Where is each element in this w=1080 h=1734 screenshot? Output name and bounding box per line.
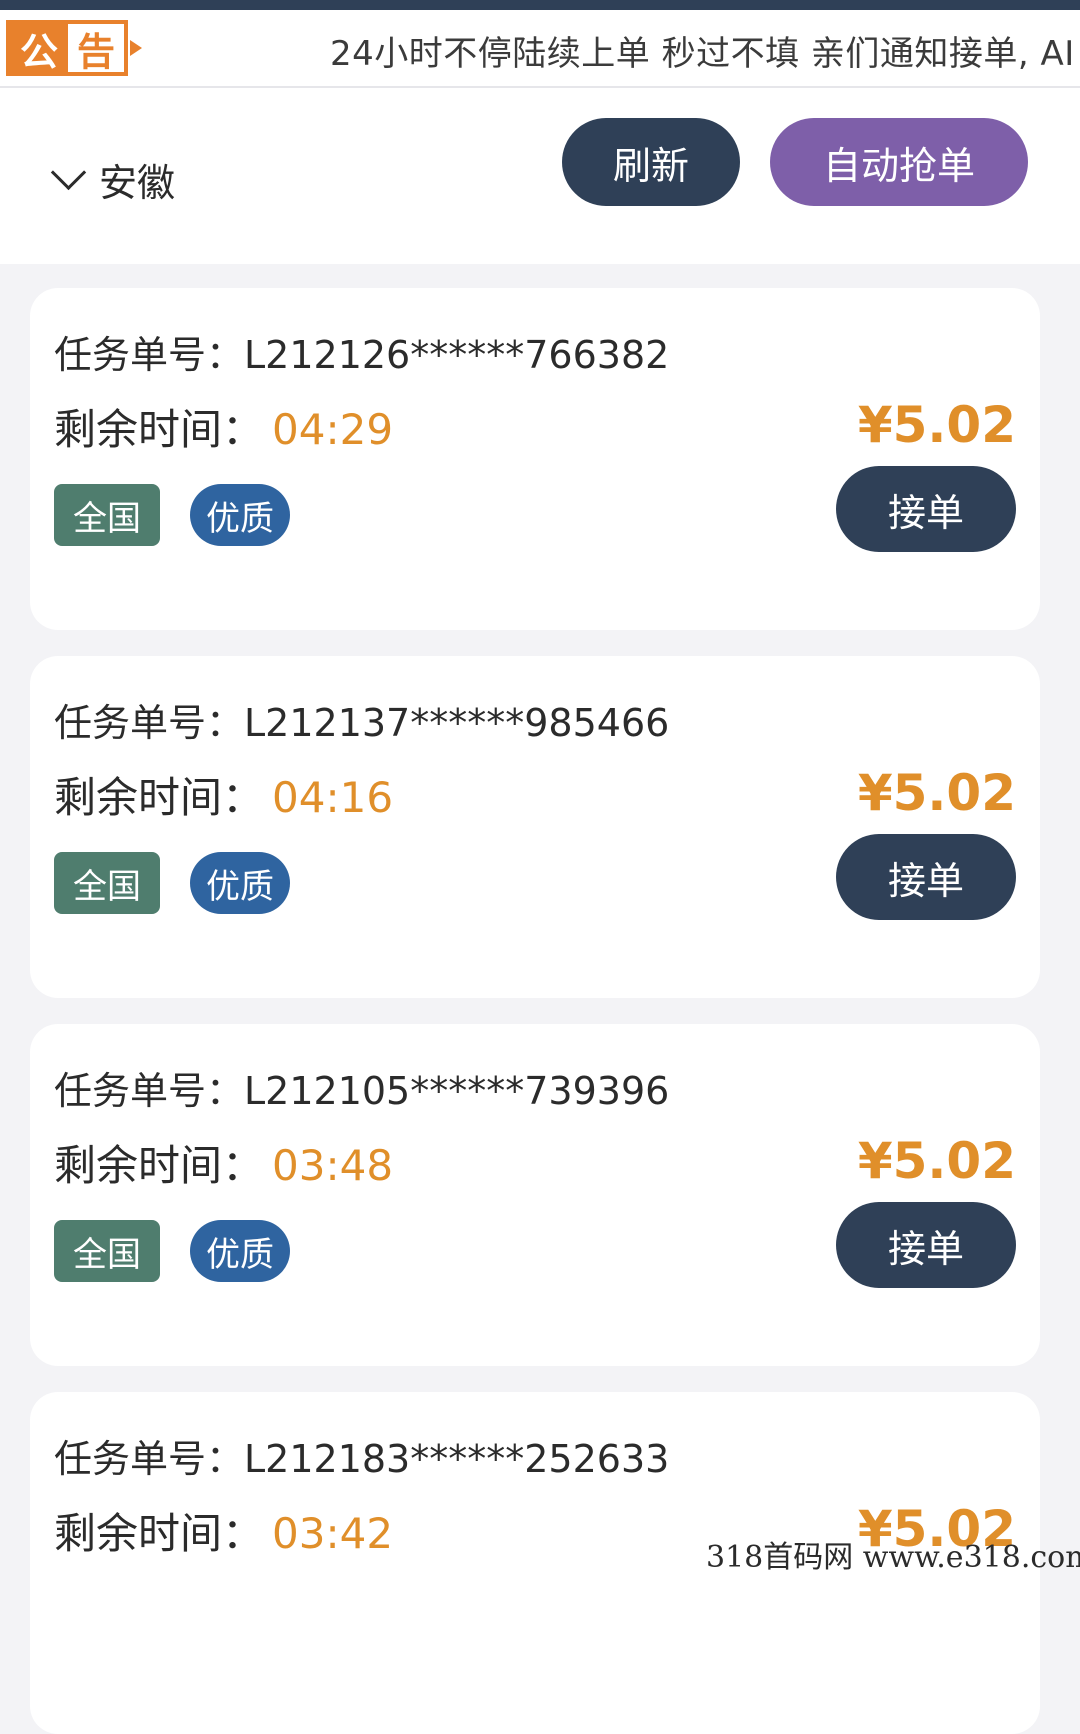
task-number: 任务单号：L212126******766382	[54, 333, 670, 377]
announcement-badge: 公 告	[6, 20, 128, 76]
remaining-time-value: 03:48	[272, 1141, 394, 1190]
remaining-time-value: 04:16	[272, 773, 394, 822]
region-label: 安徽	[99, 161, 176, 205]
task-card: 任务单号：L212126******766382 剩余时间： 04:29 ¥5.0…	[30, 288, 1040, 630]
top-status-strip	[0, 0, 1080, 10]
accept-order-button[interactable]: 接单	[836, 466, 1016, 552]
remaining-time-row: 剩余时间： 03:42	[54, 1500, 393, 1561]
tag-quality: 优质	[190, 484, 290, 546]
accept-order-button[interactable]: 接单	[836, 1202, 1016, 1288]
remaining-time-row: 剩余时间： 04:29	[54, 396, 393, 457]
task-number: 任务单号：L212137******985466	[54, 701, 670, 745]
site-watermark: 318首码网 www.e318.com	[706, 1540, 1080, 1575]
region-selector[interactable]: 安徽	[50, 152, 176, 207]
auto-grab-button[interactable]: 自动抢单	[770, 118, 1028, 206]
tag-national: 全国	[54, 484, 160, 546]
remaining-time-row: 剩余时间： 04:16	[54, 764, 393, 825]
refresh-button[interactable]: 刷新	[562, 118, 740, 206]
filter-bar: 安徽 刷新 自动抢单	[0, 88, 1080, 264]
task-price: ¥5.02	[857, 396, 1016, 454]
task-price: ¥5.02	[857, 1132, 1016, 1190]
task-price: ¥5.02	[857, 764, 1016, 822]
tag-national: 全国	[54, 1220, 160, 1282]
tag-quality: 优质	[190, 1220, 290, 1282]
announcement-badge-char1: 公	[10, 24, 68, 74]
remaining-time-value: 04:29	[272, 405, 394, 454]
tag-national: 全国	[54, 852, 160, 914]
chevron-down-icon	[50, 154, 87, 191]
announcement-badge-char2: 告	[76, 29, 115, 74]
announcement-bar: 公 告 24小时不停陆续上单 秒过不填 亲们通知接单, AI	[0, 10, 1080, 88]
remaining-time-label: 剩余时间：	[54, 405, 265, 454]
tag-quality: 优质	[190, 852, 290, 914]
task-number: 任务单号：L212105******739396	[54, 1069, 670, 1113]
task-number: 任务单号：L212183******252633	[54, 1437, 670, 1481]
play-arrow-icon	[130, 40, 142, 56]
remaining-time-label: 剩余时间：	[54, 1509, 265, 1558]
task-card: 任务单号：L212105******739396 剩余时间： 03:48 ¥5.0…	[30, 1024, 1040, 1366]
remaining-time-row: 剩余时间： 03:48	[54, 1132, 393, 1193]
remaining-time-value: 03:42	[272, 1509, 394, 1558]
accept-order-button[interactable]: 接单	[836, 834, 1016, 920]
announcement-text: 24小时不停陆续上单 秒过不填 亲们通知接单, AI	[330, 34, 1075, 74]
task-card: 任务单号：L212137******985466 剩余时间： 04:16 ¥5.0…	[30, 656, 1040, 998]
remaining-time-label: 剩余时间：	[54, 1141, 265, 1190]
remaining-time-label: 剩余时间：	[54, 773, 265, 822]
